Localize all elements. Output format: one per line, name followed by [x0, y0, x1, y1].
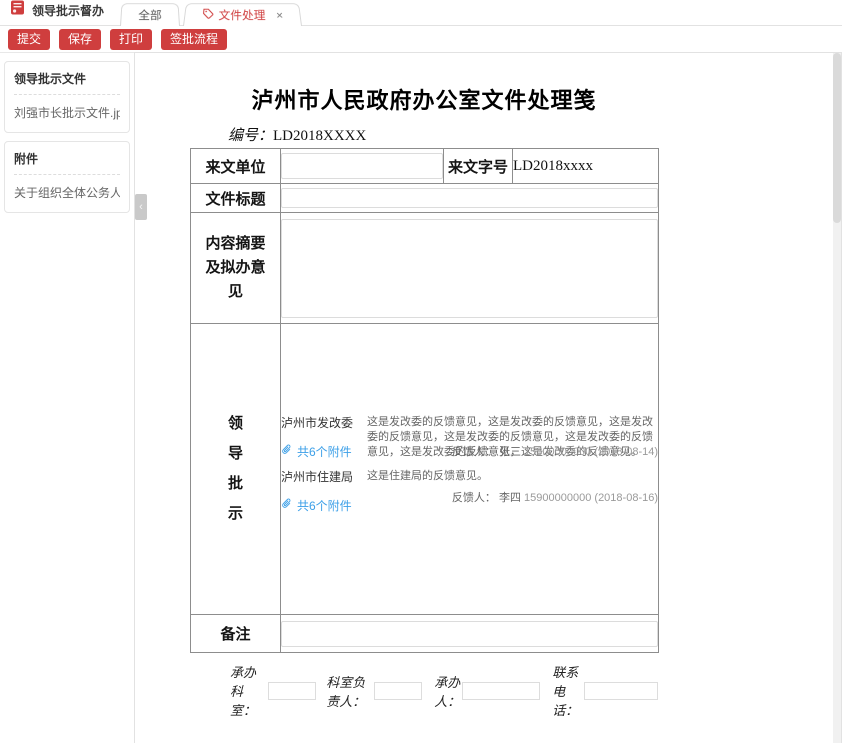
doc-number-label: 编号：: [228, 128, 273, 144]
feedback-person-label: 反馈人：: [452, 492, 496, 504]
dept-input[interactable]: [268, 682, 316, 700]
feedback-person: 反馈人： 李四 15900000000 (2018-08-16): [367, 491, 658, 506]
feedback-entry-left: 泸州市发改委 共6个附件: [281, 415, 357, 460]
summary-textarea[interactable]: [281, 219, 658, 318]
footer-fields: 承办科室： 科室负责人： 承办人： 联系电话：: [230, 662, 658, 719]
row-remark: 备注: [191, 615, 659, 653]
feedback-entry-left: 泸州市住建局 共6个附件: [281, 469, 357, 514]
row-leader: 领导批示 泸州市发改委 共6个附件: [191, 324, 659, 615]
dept-label: 承办科室：: [230, 662, 266, 719]
incoming-no-label: 来文字号: [444, 149, 513, 184]
handler-input[interactable]: [462, 682, 540, 700]
attachments-link[interactable]: 共6个附件: [281, 497, 357, 514]
feedback-person-name: 李四: [499, 492, 521, 504]
tab-doc-processing-label: 文件处理: [218, 7, 266, 23]
save-button[interactable]: 保存: [59, 29, 101, 50]
attachments-link-label: 共6个附件: [297, 443, 352, 460]
feedback-entry: 泸州市发改委 共6个附件 这是发改委的反馈: [281, 415, 658, 460]
sidebar: 领导批示文件 刘强市长批示文件.jpg 附件 关于组织全体公务人员学…: [0, 52, 134, 743]
approval-files-card: 领导批示文件 刘强市长批示文件.jpg: [4, 61, 130, 133]
phone-label: 联系电话：: [552, 662, 582, 719]
paperclip-icon: [281, 498, 293, 513]
doc-title: 泸州市人民政府办公室文件处理笺: [190, 83, 658, 115]
row-title: 文件标题: [191, 184, 659, 213]
chevron-left-icon: ‹: [139, 201, 143, 213]
feedback-org: 泸州市住建局: [281, 469, 357, 485]
leader-feedback-area: 泸州市发改委 共6个附件 这是发改委的反馈: [281, 324, 659, 615]
feedback-person-phone: 15800000000: [524, 446, 591, 458]
handler-field: 承办人：: [434, 672, 540, 710]
dept-head-field: 科室负责人：: [326, 672, 422, 710]
remark-label: 备注: [191, 615, 281, 653]
remark-input[interactable]: [281, 621, 658, 647]
doc-title-label: 文件标题: [191, 184, 281, 213]
dept-head-label: 科室负责人：: [326, 672, 372, 710]
approval-files-title: 领导批示文件: [14, 70, 120, 95]
app-window: { "app": { "title": "领导批示督办" }, "tabs": …: [0, 0, 842, 743]
feedback-date: (2018-08-16): [594, 492, 658, 504]
tab-doc-processing[interactable]: 文件处理 ×: [183, 3, 302, 26]
phone-field: 联系电话：: [552, 662, 658, 719]
doc-title-input[interactable]: [281, 188, 658, 208]
print-button[interactable]: 打印: [110, 29, 152, 50]
attachments-link-label: 共6个附件: [297, 497, 352, 514]
feedback-entry: 泸州市住建局 共6个附件 这是住建局的反馈: [281, 469, 658, 514]
feedback-person-phone: 15900000000: [524, 492, 591, 504]
attachments-link[interactable]: 共6个附件: [281, 443, 357, 460]
close-tab-icon[interactable]: ×: [276, 9, 284, 20]
row-incoming: 来文单位 来文字号 LD2018xxxx: [191, 149, 659, 184]
feedback-text: 这是住建局的反馈意见。: [367, 469, 658, 484]
feedback-person-label: 反馈人：: [452, 446, 496, 458]
app-logo: 领导批示督办: [0, 0, 120, 25]
document-panel: 泸州市人民政府办公室文件处理笺 编号：LD2018XXXX 来文单位 来文字号 …: [134, 52, 842, 743]
incoming-unit-input[interactable]: [281, 153, 443, 179]
feedback-person-name: 张三: [499, 446, 521, 458]
document-form: 泸州市人民政府办公室文件处理笺 编号：LD2018XXXX 来文单位 来文字号 …: [190, 83, 658, 719]
tag-icon: [201, 8, 214, 22]
app-logo-icon: [10, 0, 25, 20]
phone-input[interactable]: [584, 682, 658, 700]
row-summary: 内容摘要及拟办意见: [191, 213, 659, 324]
app-title: 领导批示督办: [32, 2, 104, 19]
attachments-card: 附件 关于组织全体公务人员学…: [4, 141, 130, 213]
doc-table: 来文单位 来文字号 LD2018xxxx 文件标题 内容摘要及拟办意见 领导批示…: [190, 148, 659, 653]
top-tab-bar: 领导批示督办 全部 文件处理 ×: [0, 0, 842, 26]
submit-button[interactable]: 提交: [8, 29, 50, 50]
feedback-date: (2018-08-14): [594, 446, 658, 458]
vertical-scrollbar[interactable]: [833, 53, 841, 743]
feedback-entry-right: 这是发改委的反馈意见，这是发改委的反馈意见，这是发改委的反馈意见，这是发改委的反…: [367, 415, 658, 460]
handler-label: 承办人：: [434, 672, 460, 710]
doc-number-line: 编号：LD2018XXXX: [228, 124, 658, 145]
paperclip-icon: [281, 444, 293, 459]
toolbar: 提交 保存 打印 签批流程: [0, 28, 227, 51]
leader-label: 领导批示: [191, 324, 281, 615]
sidebar-collapse-handle[interactable]: ‹: [135, 194, 147, 220]
tab-all[interactable]: 全部: [120, 3, 180, 26]
approval-file-item[interactable]: 刘强市长批示文件.jpg: [14, 95, 120, 121]
incoming-unit-label: 来文单位: [191, 149, 281, 184]
feedback-entry-right: 这是住建局的反馈意见。 反馈人： 李四 15900000000 (2018-08…: [367, 469, 658, 514]
summary-label: 内容摘要及拟办意见: [191, 213, 281, 324]
approval-flow-button[interactable]: 签批流程: [161, 29, 227, 50]
tab-all-label: 全部: [138, 7, 162, 23]
attachment-item[interactable]: 关于组织全体公务人员学…: [14, 175, 120, 201]
incoming-no-value: LD2018xxxx: [513, 149, 659, 184]
attachments-title: 附件: [14, 150, 120, 175]
dept-field: 承办科室：: [230, 662, 316, 719]
dept-head-input[interactable]: [374, 682, 422, 700]
doc-number-value: LD2018XXXX: [273, 128, 366, 144]
feedback-org: 泸州市发改委: [281, 415, 357, 431]
scrollbar-thumb[interactable]: [833, 53, 841, 223]
